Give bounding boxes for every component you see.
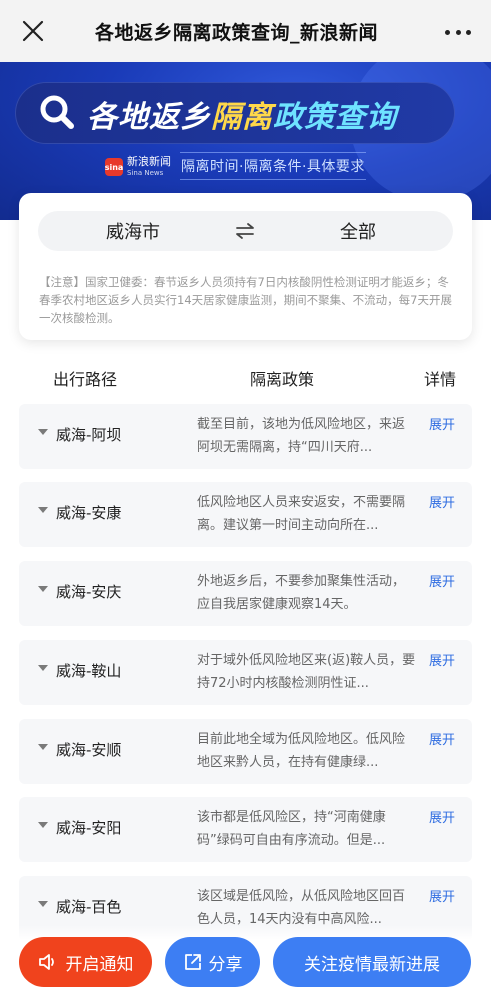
search-icon <box>40 95 74 129</box>
close-icon[interactable] <box>20 18 46 44</box>
column-header-policy: 隔离政策 <box>250 370 315 389</box>
share-button[interactable]: 分享 <box>165 937 260 987</box>
policy-row[interactable]: 威海-安康 低风险地区人员来安返安，不需要隔离。建议第一时间主动向所在... 展… <box>19 482 472 547</box>
caret-down-icon[interactable] <box>38 665 48 671</box>
route-label: 威海-鞍山 <box>56 662 122 680</box>
location-selector: 威海市 全部 <box>38 211 453 251</box>
banner-title-part3: 政策查询 <box>273 100 397 135</box>
policy-summary: 外地返乡后，不要参加聚集性活动，应自我居家健康观察14天。 <box>197 574 406 612</box>
expand-link[interactable]: 展开 <box>429 571 455 590</box>
policy-summary: 对于域外低风险地区来(返)鞍人员，要持72小时内核酸检测阴性证... <box>197 653 416 691</box>
destination-select[interactable]: 全部 <box>263 211 453 251</box>
policy-row[interactable]: 威海-安阳 该市都是低风险区，持“河南健康码”绿码可自由有序流动。但是... 展… <box>19 797 472 862</box>
bottom-action-bar: 开启通知 分享 关注疫情最新进展 <box>0 925 491 1000</box>
policy-row[interactable]: 威海-阿坝 截至目前，该地为低风险地区，来返阿坝无需隔离，持“四川天府... 展… <box>19 404 472 469</box>
expand-link[interactable]: 展开 <box>429 650 455 669</box>
caret-down-icon[interactable] <box>38 901 48 907</box>
location-selector-card: 威海市 全部 【注意】国家卫健委：春节返乡人员须持有7日内核酸阴性检测证明才能返… <box>19 193 472 340</box>
share-label: 分享 <box>208 954 243 975</box>
banner-title-part1: 各地返乡 <box>87 100 211 135</box>
route-label: 威海-安康 <box>56 504 122 522</box>
expand-link[interactable]: 展开 <box>429 807 455 826</box>
origin-city-select[interactable]: 威海市 <box>38 211 228 251</box>
policy-row[interactable]: 威海-安顺 目前此地全域为低风险地区。低风险地区来黔人员，在持有健康绿... 展… <box>19 719 472 784</box>
route-label: 威海-阿坝 <box>56 426 122 444</box>
banner-title: 各地返乡隔离政策查询 <box>87 92 397 136</box>
caret-down-icon[interactable] <box>38 507 48 513</box>
follow-updates-button[interactable]: 关注疫情最新进展 <box>273 937 471 987</box>
expand-link[interactable]: 展开 <box>429 886 455 905</box>
route-label: 威海-安阳 <box>56 819 122 837</box>
policy-summary: 截至目前，该地为低风险地区，来返阿坝无需隔离，持“四川天府... <box>197 417 406 455</box>
caret-down-icon[interactable] <box>38 429 48 435</box>
policy-row[interactable]: 威海-安庆 外地返乡后，不要参加聚集性活动，应自我居家健康观察14天。 展开 <box>19 561 472 626</box>
enable-notification-label: 开启通知 <box>65 954 134 975</box>
swap-icon[interactable] <box>234 221 256 241</box>
route-label: 威海-安庆 <box>56 583 122 601</box>
expand-link[interactable]: 展开 <box>429 729 455 748</box>
sina-en: Sina News <box>127 168 164 177</box>
column-header-route: 出行路径 <box>53 370 118 389</box>
sina-name: 新浪新闻 <box>127 154 171 168</box>
sina-logo-icon: sina <box>105 158 123 176</box>
banner-title-box: 各地返乡隔离政策查询 <box>15 82 455 144</box>
speaker-icon <box>38 954 54 970</box>
sina-news-logo: sina 新浪新闻 Sina News <box>105 156 173 178</box>
banner-subtitle: 隔离时间·隔离条件·具体要求 <box>180 152 366 180</box>
notice-text: 【注意】国家卫健委：春节返乡人员须持有7日内核酸阴性检测证明才能返乡；冬春季农村… <box>39 275 452 325</box>
enable-notification-button[interactable]: 开启通知 <box>19 937 152 987</box>
expand-link[interactable]: 展开 <box>429 492 455 511</box>
caret-down-icon[interactable] <box>38 744 48 750</box>
caret-down-icon[interactable] <box>38 586 48 592</box>
column-header-detail: 详情 <box>424 370 457 389</box>
top-nav-bar: 各地返乡隔离政策查询_新浪新闻 <box>0 0 491 62</box>
share-icon <box>184 954 201 970</box>
policy-summary: 该市都是低风险区，持“河南健康码”绿码可自由有序流动。但是... <box>197 810 386 848</box>
route-label: 威海-安顺 <box>56 741 122 759</box>
policy-summary: 低风险地区人员来安返安，不需要隔离。建议第一时间主动向所在... <box>197 495 406 533</box>
route-label: 威海-百色 <box>56 898 122 916</box>
expand-link[interactable]: 展开 <box>429 414 455 433</box>
policy-summary: 目前此地全域为低风险地区。低风险地区来黔人员，在持有健康绿... <box>197 732 406 770</box>
caret-down-icon[interactable] <box>38 822 48 828</box>
banner-title-part2: 隔离 <box>211 100 273 135</box>
more-options-icon[interactable] <box>445 22 471 42</box>
policy-row[interactable]: 威海-鞍山 对于域外低风险地区来(返)鞍人员，要持72小时内核酸检测阴性证...… <box>19 640 472 705</box>
page-title: 各地返乡隔离政策查询_新浪新闻 <box>95 22 379 44</box>
